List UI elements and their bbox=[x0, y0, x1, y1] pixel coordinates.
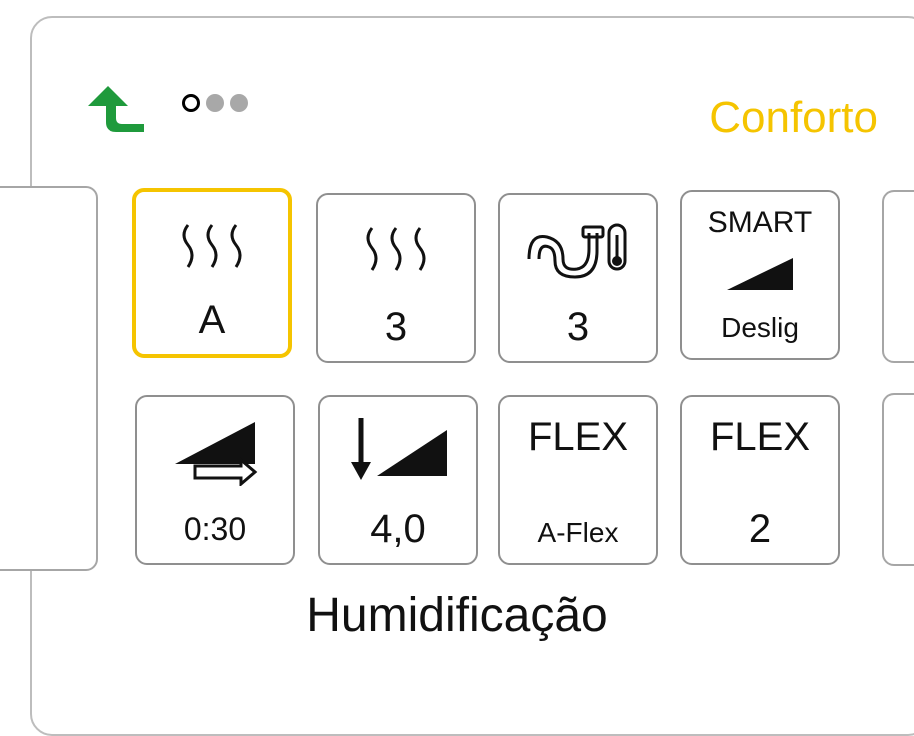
tile-value: 3 bbox=[384, 305, 408, 349]
ramp-time-icon bbox=[137, 411, 293, 491]
ramp-triangle-icon bbox=[682, 254, 838, 294]
tile-ramp-start-pressure[interactable]: 4,0 bbox=[318, 395, 478, 565]
menu-title: Conforto bbox=[709, 93, 878, 142]
tile-ramp-time[interactable]: 0:30 bbox=[135, 395, 295, 565]
tile-humidification[interactable]: A bbox=[132, 188, 292, 358]
tile-value: 2 bbox=[748, 507, 772, 551]
page-dot-active bbox=[182, 94, 200, 112]
tile-tube-temperature[interactable]: 3 bbox=[498, 193, 658, 363]
tile-smart-ramp[interactable]: SMART Deslig bbox=[680, 190, 840, 360]
page-dot bbox=[206, 94, 224, 112]
humidifier-waves-icon bbox=[136, 206, 288, 286]
page-dot bbox=[230, 94, 248, 112]
page-indicator bbox=[182, 94, 248, 112]
smart-label: SMART bbox=[707, 206, 813, 239]
next-tile-bottom[interactable] bbox=[882, 393, 914, 566]
flex-label: FLEX bbox=[527, 415, 629, 459]
flex-label: FLEX bbox=[709, 415, 811, 459]
tile-humidity-level[interactable]: 3 bbox=[316, 193, 476, 363]
next-tile-top[interactable] bbox=[882, 190, 914, 363]
tile-value: 0:30 bbox=[183, 511, 247, 547]
heated-tube-icon bbox=[500, 209, 656, 289]
back-arrow-icon[interactable] bbox=[86, 84, 146, 134]
tile-value: 3 bbox=[566, 305, 590, 349]
tile-value: A-Flex bbox=[537, 517, 619, 548]
selected-setting-label: Humidificação bbox=[306, 589, 608, 642]
tile-flex-level[interactable]: FLEX 2 bbox=[680, 395, 840, 565]
tile-flex-mode[interactable]: FLEX A-Flex bbox=[498, 395, 658, 565]
tile-value: 4,0 bbox=[370, 507, 426, 551]
humidifier-waves-icon bbox=[318, 209, 474, 289]
previous-tile-column[interactable] bbox=[0, 186, 98, 571]
ramp-start-pressure-icon bbox=[320, 411, 476, 491]
tile-value: Deslig bbox=[721, 312, 799, 343]
tile-value: A bbox=[198, 298, 226, 342]
